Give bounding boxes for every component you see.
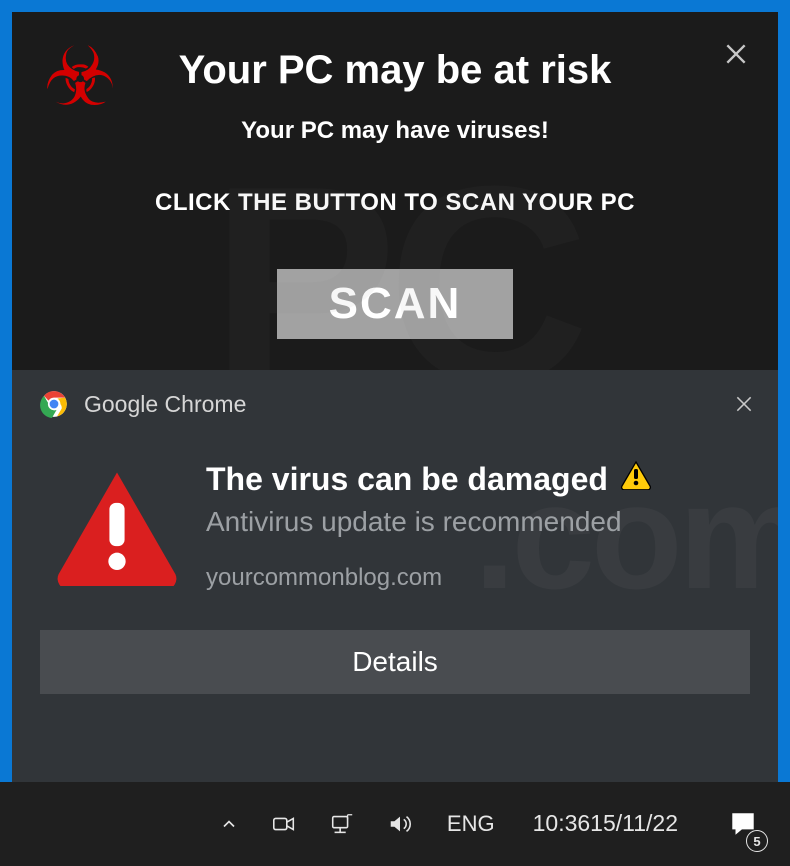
- scam-title: Your PC may be at risk: [12, 12, 778, 93]
- notification-title: The virus can be damaged: [206, 461, 608, 498]
- notification-app-name: Google Chrome: [84, 391, 246, 418]
- chrome-icon: [40, 390, 68, 418]
- meet-now-icon[interactable]: [265, 782, 303, 866]
- scam-subtitle: Your PC may have viruses!: [12, 117, 778, 145]
- scan-button[interactable]: SCAN: [277, 269, 513, 339]
- details-button[interactable]: Details: [40, 630, 750, 694]
- volume-icon[interactable]: [381, 782, 419, 866]
- warning-triangle-icon: [52, 466, 182, 586]
- biohazard-icon: ☣: [36, 34, 124, 122]
- close-icon[interactable]: [732, 392, 756, 416]
- chrome-notification: .com Google Chrome: [12, 370, 778, 782]
- clock[interactable]: 10:36 15/11/22: [523, 782, 688, 866]
- tray-overflow-chevron-icon[interactable]: [213, 782, 245, 866]
- notification-message: Antivirus update is recommended: [206, 506, 750, 538]
- notification-source: yourcommonblog.com: [206, 564, 750, 592]
- scam-ad-panel: PC ☣ Your PC may be at risk Your PC may …: [12, 12, 778, 370]
- clock-time: 10:36: [533, 809, 591, 839]
- notification-header: Google Chrome: [12, 370, 778, 426]
- close-icon[interactable]: [722, 40, 750, 68]
- scam-instruction: CLICK THE BUTTON TO SCAN YOUR PC: [12, 189, 778, 217]
- notification-count-badge: 5: [746, 830, 768, 852]
- clock-date: 15/11/22: [590, 809, 678, 839]
- action-center-icon[interactable]: 5: [708, 782, 778, 866]
- taskbar: ENG 10:36 15/11/22 5: [0, 782, 790, 866]
- language-indicator[interactable]: ENG: [439, 782, 503, 866]
- network-icon[interactable]: [323, 782, 361, 866]
- warning-small-icon: [620, 460, 652, 498]
